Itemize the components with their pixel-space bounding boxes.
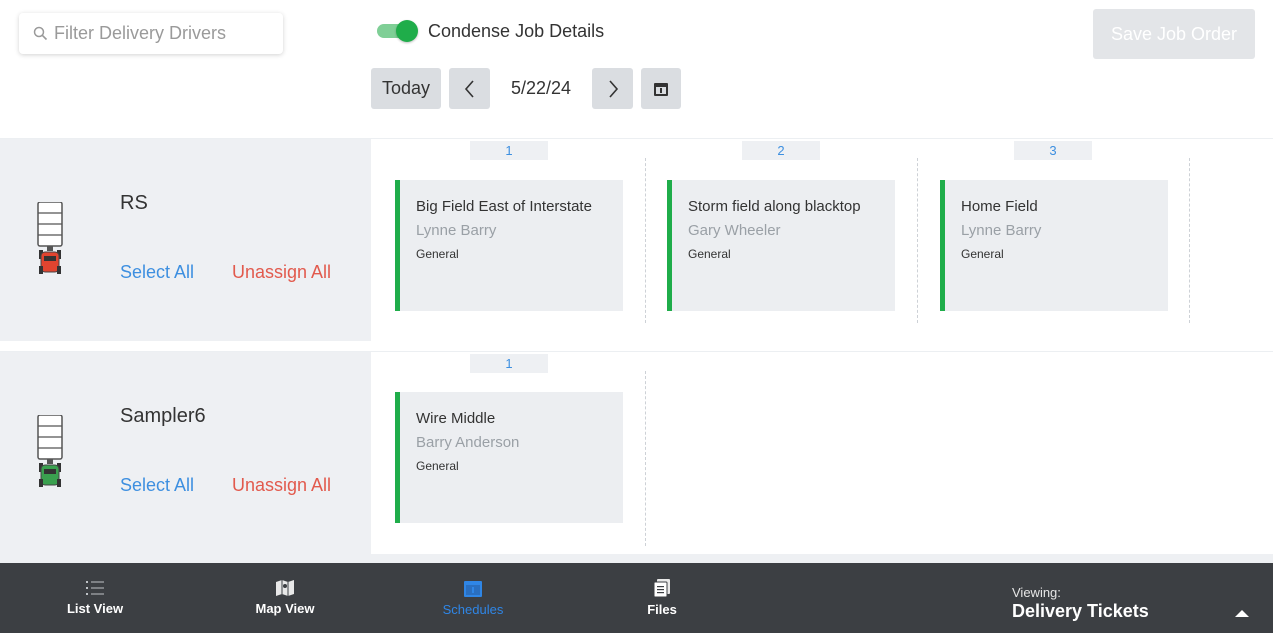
column-number: 1	[470, 141, 548, 160]
calendar-icon	[654, 82, 668, 96]
column-number: 1	[470, 354, 548, 373]
tab-label: List View	[66, 601, 124, 616]
previous-day-button[interactable]	[449, 68, 490, 109]
column-divider	[645, 371, 646, 546]
column-divider	[1189, 158, 1190, 323]
filter-drivers-field[interactable]	[19, 13, 283, 54]
date-navigation: Today 5/22/24	[371, 68, 681, 109]
truck-icon	[37, 202, 63, 274]
driver-row: Sampler6 Select All Unassign All 1 Wire …	[0, 351, 1273, 554]
job-card[interactable]: Big Field East of Interstate Lynne Barry…	[395, 180, 623, 311]
tab-label: Files	[647, 602, 677, 617]
unassign-all-link[interactable]: Unassign All	[232, 262, 331, 283]
job-title: Wire Middle	[416, 410, 496, 427]
driver-row: RS Select All Unassign All 1 2 3 Big Fie…	[0, 138, 1273, 341]
condense-toggle-group: Condense Job Details	[377, 20, 604, 42]
rows-footer-spacer	[0, 554, 1273, 563]
job-card[interactable]: Storm field along blacktop Gary Wheeler …	[667, 180, 895, 311]
driver-name: Sampler6	[120, 405, 206, 427]
tab-label: Schedules	[442, 601, 504, 617]
filter-drivers-input[interactable]	[54, 23, 274, 44]
job-person: Gary Wheeler	[688, 222, 781, 239]
job-type: General	[961, 247, 1004, 261]
map-icon	[276, 580, 294, 596]
viewing-label: Viewing:	[1012, 585, 1061, 600]
toolbar: Condense Job Details Today 5/22/24 Save …	[0, 0, 1273, 138]
chevron-left-icon	[464, 79, 474, 98]
bottom-nav-bar: List View Map View Schedules Files Viewi…	[0, 563, 1273, 633]
driver-panel: Sampler6 Select All Unassign All	[0, 352, 371, 554]
toggle-knob	[396, 20, 418, 42]
column-divider	[645, 158, 646, 323]
job-title: Home Field	[961, 198, 1038, 215]
select-all-link[interactable]: Select All	[120, 262, 194, 283]
tab-label: Map View	[255, 601, 315, 616]
job-person: Lynne Barry	[416, 222, 497, 239]
job-card[interactable]: Home Field Lynne Barry General	[940, 180, 1168, 311]
calendar-icon	[464, 580, 482, 597]
caret-up-icon[interactable]	[1235, 610, 1249, 617]
next-day-button[interactable]	[592, 68, 633, 109]
search-icon	[33, 26, 48, 41]
job-title: Storm field along blacktop	[688, 198, 861, 215]
driver-panel: RS Select All Unassign All	[0, 139, 371, 341]
select-all-link[interactable]: Select All	[120, 475, 194, 496]
column-number: 2	[742, 141, 820, 160]
job-person: Lynne Barry	[961, 222, 1042, 239]
unassign-all-link[interactable]: Unassign All	[232, 475, 331, 496]
tab-list-view[interactable]: List View	[30, 563, 160, 633]
job-title: Big Field East of Interstate	[416, 198, 592, 215]
today-button[interactable]: Today	[371, 68, 441, 109]
condense-job-details-toggle[interactable]	[377, 20, 418, 42]
driver-name: RS	[120, 192, 148, 214]
column-divider	[917, 158, 918, 323]
viewing-value: Delivery Tickets	[1012, 601, 1149, 621]
save-job-order-button[interactable]: Save Job Order	[1093, 9, 1255, 59]
tab-schedules[interactable]: Schedules	[408, 563, 538, 633]
chevron-right-icon	[608, 79, 618, 98]
current-date: 5/22/24	[510, 78, 572, 98]
job-card[interactable]: Wire Middle Barry Anderson General	[395, 392, 623, 523]
job-type: General	[688, 247, 731, 261]
tab-files[interactable]: Files	[597, 563, 727, 633]
tab-map-view[interactable]: Map View	[220, 563, 350, 633]
calendar-picker-button[interactable]	[641, 68, 681, 109]
files-icon	[654, 579, 670, 597]
viewing-selector[interactable]: Viewing: Delivery Tickets	[1012, 585, 1149, 622]
condense-toggle-label: Condense Job Details	[428, 20, 605, 41]
job-type: General	[416, 459, 459, 473]
truck-icon	[37, 415, 63, 487]
job-person: Barry Anderson	[416, 434, 520, 451]
list-icon	[86, 581, 104, 595]
column-number: 3	[1014, 141, 1092, 160]
job-type: General	[416, 247, 459, 261]
